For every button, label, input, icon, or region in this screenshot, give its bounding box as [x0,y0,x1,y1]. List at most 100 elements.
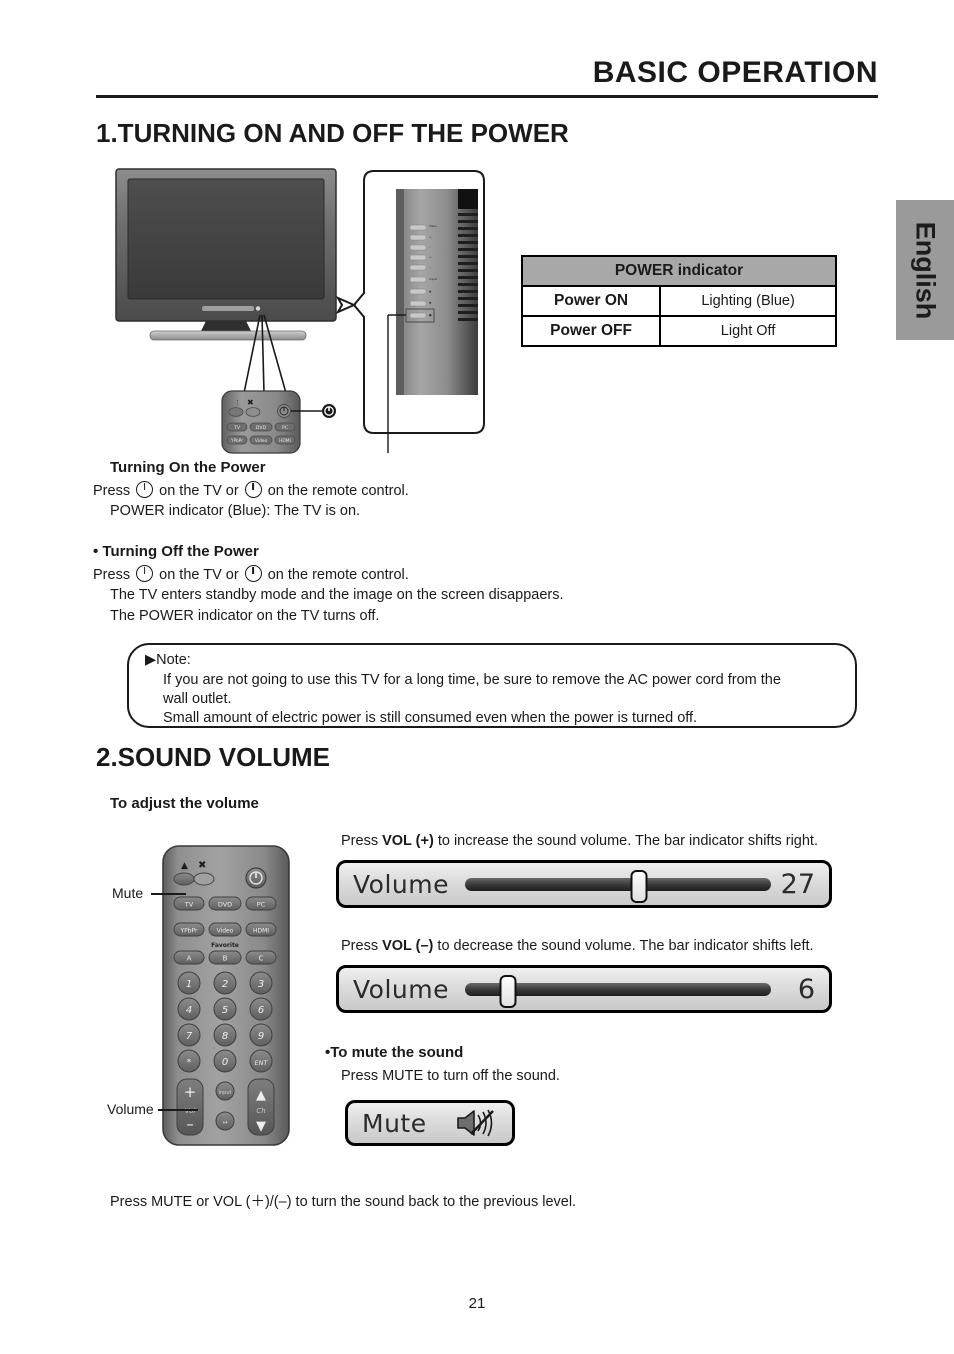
section-heading-sound-volume: 2.SOUND VOLUME [96,742,331,772]
volume-slider-track[interactable] [464,869,771,903]
svg-text:HDMI: HDMI [279,438,291,444]
svg-text:3: 3 [258,979,264,990]
table-row: Power ON Lighting (Blue) [520,285,837,317]
turning-off-instruction: Press on the TV or on the remote control… [93,565,409,583]
volume-callout-line [158,1109,198,1111]
tv-side-panel-callout: Menu + – + – Input ▲ ▼ ● [335,170,485,453]
svg-text:HDMI: HDMI [253,928,269,935]
eject-icon: ▲ [181,861,188,871]
mute-callout-line [151,893,186,895]
svg-text:9: 9 [258,1031,264,1042]
note-line: Small amount of electric power is still … [163,710,698,726]
power-indicator-table: POWER indicator Power ON Lighting (Blue)… [520,255,837,347]
svg-text:PC: PC [282,425,288,431]
volume-slider-track[interactable] [464,974,771,1008]
adjust-volume-heading: To adjust the volume [110,795,259,812]
power-icon [136,481,154,498]
osd-volume-value-down: 6 [797,973,815,1005]
power-icon [244,565,262,582]
svg-text:A: A [187,955,192,963]
mute-callout-label: Mute [112,885,144,901]
volume-slider-knob[interactable] [630,869,648,903]
closing-instruction: Press MUTE or VOL (＋)/(–) to turn the so… [110,1194,577,1210]
svg-text:0: 0 [222,1057,228,1068]
svg-text:8: 8 [222,1031,228,1042]
power-on-label: Power ON [520,285,662,317]
indicator-off-detail: The POWER indicator on the TV turns off. [110,608,380,624]
svg-text:Ch: Ch [256,1107,265,1115]
svg-text:Video: Video [255,438,268,444]
channel-rocker: ▲ Ch ▼ [247,1078,275,1136]
caption-pre: Press [341,938,383,954]
volume-rocker: + Vol – [176,1078,204,1136]
leader-lines [243,314,287,394]
language-tab-english: English [896,200,954,340]
page-header: BASIC OPERATION [96,52,878,98]
svg-text:TV: TV [184,901,194,909]
svg-text:●: ● [429,313,432,317]
svg-text:YPbPr: YPbPr [179,928,198,935]
osd-volume-label: Volume [353,869,449,899]
turning-on-heading: Turning On the Power [110,459,266,476]
svg-text:✖: ✖ [247,398,254,407]
svg-text:Input: Input [429,277,438,281]
remote-control-large: ▲ ✖ TV DVD PC YPbPr Video HDMI Favorite [160,843,292,1148]
press-word: Press [93,483,131,499]
language-tab-label: English [910,221,941,319]
on-tv-text: on the TV or [159,483,239,499]
svg-text:–: – [186,1115,194,1133]
power-icon [244,481,262,498]
osd-mute-label: Mute [362,1108,427,1138]
svg-text:1: 1 [186,979,192,990]
tv-front-graphic [115,168,337,341]
svg-text:2: 2 [222,979,228,990]
tv-power-illustration: ⋮ ✖ TV DVD PC YPbPr Video HDMI Menu + – … [110,165,510,455]
power-on-value: Lighting (Blue) [659,285,837,317]
power-indicator-header: POWER indicator [521,255,837,287]
note-line: If you are not going to use this TV for … [163,672,781,688]
volume-up-caption: Press VOL (+) to increase the sound volu… [341,833,818,849]
svg-text:↔: ↔ [222,1119,227,1126]
volume-slider-knob[interactable] [499,974,517,1008]
source-buttons-row1: TV DVD PC [173,896,277,911]
svg-text:⋮: ⋮ [234,399,241,407]
turning-off-heading: • Turning Off the Power [93,543,259,560]
svg-text:DVD: DVD [218,901,232,909]
standby-detail: The TV enters standby mode and the image… [110,587,564,603]
power-off-label: Power OFF [520,315,662,347]
osd-volume-up: Volume 27 [336,860,832,908]
svg-text:▼: ▼ [256,1119,266,1134]
page-number: 21 [468,1295,486,1312]
svg-text:TV: TV [233,425,241,431]
svg-text:Menu: Menu [429,224,437,228]
svg-text:5: 5 [222,1005,228,1016]
power-icon [136,565,154,582]
osd-volume-value-up: 27 [780,868,815,900]
header-divider [96,95,878,98]
section-heading-turning-power: 1.TURNING ON AND OFF THE POWER [96,118,569,148]
favorite-buttons: A B C [173,950,277,965]
caption-bold: VOL (–) [382,938,434,954]
svg-text:7: 7 [186,1031,193,1042]
svg-text:6: 6 [258,1005,264,1016]
power-off-value: Light Off [659,315,837,347]
remote-control-small: ⋮ ✖ TV DVD PC YPbPr Video HDMI [221,390,301,454]
on-remote-text: on the remote control. [267,567,409,583]
caption-bold: VOL (+) [382,833,434,849]
svg-text:Input: Input [219,1090,232,1096]
table-header-row: POWER indicator [521,255,837,287]
svg-text:4: 4 [186,1005,192,1016]
mute-icon: ✖ [198,860,206,871]
press-word: Press [93,567,131,583]
svg-text:YPbPr: YPbPr [230,438,243,443]
svg-text:ENT: ENT [255,1059,269,1067]
on-tv-text: on the TV or [159,567,239,583]
mute-caption: Press MUTE to turn off the sound. [341,1068,560,1084]
svg-text:B: B [223,955,228,963]
svg-text:DVD: DVD [256,425,267,431]
mute-speaker-icon [454,1107,496,1139]
page-title: BASIC OPERATION [592,56,878,89]
svg-text:Favorite: Favorite [211,942,239,949]
power-on-detail: POWER indicator (Blue): The TV is on. [110,503,361,519]
turning-on-instruction: Press on the TV or on the remote control… [93,481,409,499]
